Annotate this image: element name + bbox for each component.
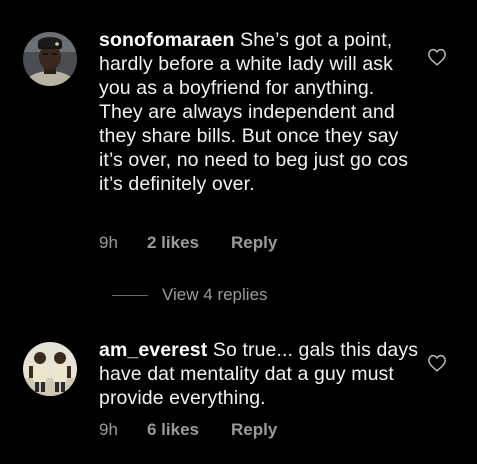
likes-count[interactable]: 2 likes xyxy=(147,233,231,253)
comment-meta: 9h 6 likes Reply xyxy=(99,419,277,441)
likes-count[interactable]: 6 likes xyxy=(147,420,231,440)
avatar[interactable] xyxy=(23,32,77,86)
username[interactable]: sonofomaraen xyxy=(99,29,235,51)
view-replies-label: View 4 replies xyxy=(162,285,268,304)
heart-outline-icon[interactable] xyxy=(427,48,447,66)
avatar-image xyxy=(23,342,77,396)
comment-body: sonofomaraen She’s got a point, hardly b… xyxy=(99,28,421,196)
heart-outline-icon[interactable] xyxy=(427,354,447,372)
username[interactable]: am_everest xyxy=(99,339,207,361)
avatar[interactable] xyxy=(23,342,77,396)
reply-button[interactable]: Reply xyxy=(231,233,277,253)
reply-button[interactable]: Reply xyxy=(231,420,277,440)
timestamp: 9h xyxy=(99,233,118,252)
avatar-image xyxy=(23,32,77,86)
timestamp: 9h xyxy=(99,420,118,439)
view-replies-button[interactable]: View 4 replies xyxy=(112,284,268,306)
comment-body: am_everest So true... gals this days hav… xyxy=(99,338,421,410)
view-replies-divider xyxy=(112,294,148,296)
comment-text: She’s got a point, hardly before a white… xyxy=(99,29,409,195)
comment-meta: 9h 2 likes Reply xyxy=(99,232,277,254)
